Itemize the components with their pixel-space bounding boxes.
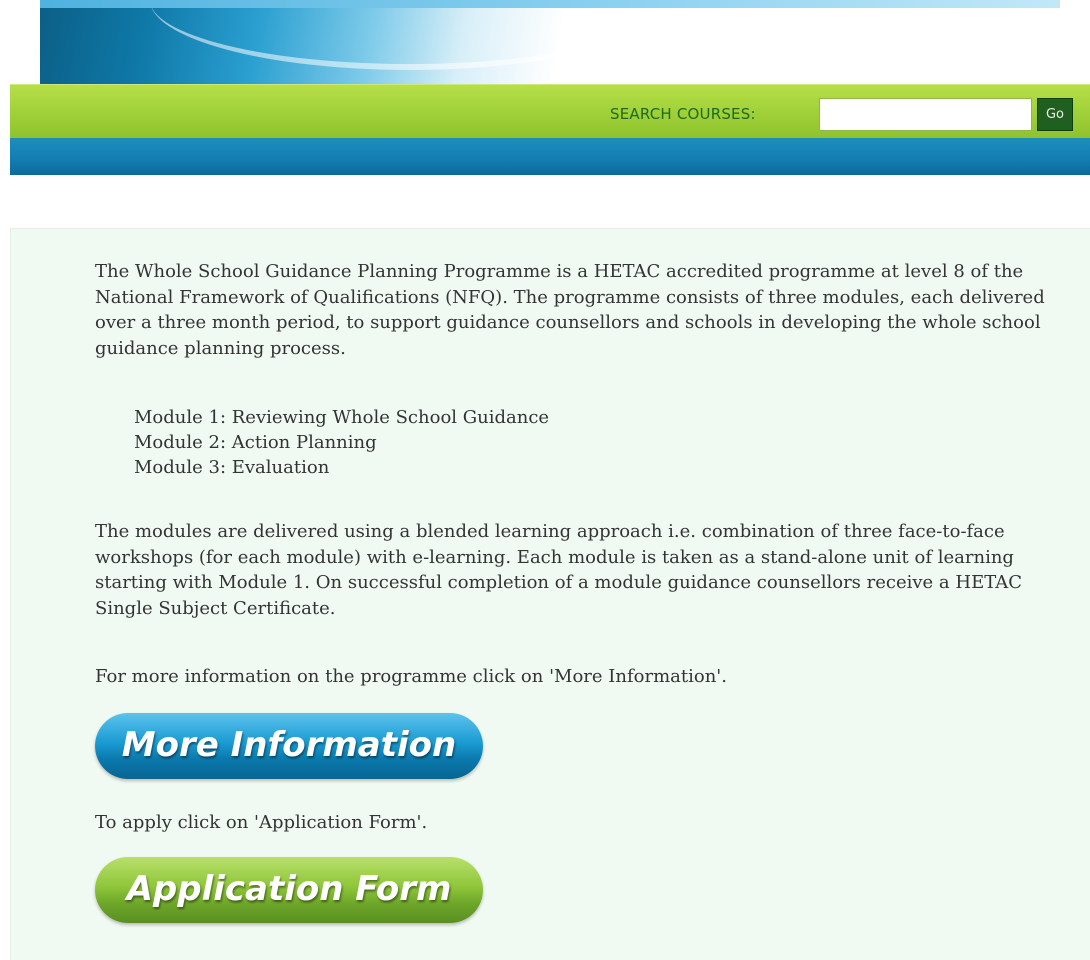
banner-topline	[40, 0, 1060, 8]
module-list: Module 1: Reviewing Whole School Guidanc…	[134, 405, 1090, 480]
nav-strip	[10, 138, 1090, 175]
content-panel: The Whole School Guidance Planning Progr…	[10, 228, 1090, 960]
header-banner	[40, 0, 1090, 84]
more-info-instruction: For more information on the programme cl…	[95, 666, 727, 687]
module-item: Module 2: Action Planning	[134, 432, 377, 453]
application-form-button[interactable]: Application Form	[95, 857, 483, 923]
search-courses-label: SEARCH COURSES:	[610, 105, 756, 123]
module-item: Module 3: Evaluation	[134, 457, 330, 478]
go-button[interactable]: Go	[1037, 98, 1073, 131]
blended-learning-paragraph: The modules are delivered using a blende…	[95, 521, 1023, 619]
apply-instruction: To apply click on 'Application Form'.	[95, 812, 428, 833]
more-information-button[interactable]: More Information	[95, 713, 483, 779]
module-item: Module 1: Reviewing Whole School Guidanc…	[134, 407, 550, 428]
search-courses-input[interactable]	[819, 98, 1032, 131]
intro-paragraph: The Whole School Guidance Planning Progr…	[95, 261, 1045, 359]
search-bar: SEARCH COURSES: Go	[10, 84, 1090, 138]
